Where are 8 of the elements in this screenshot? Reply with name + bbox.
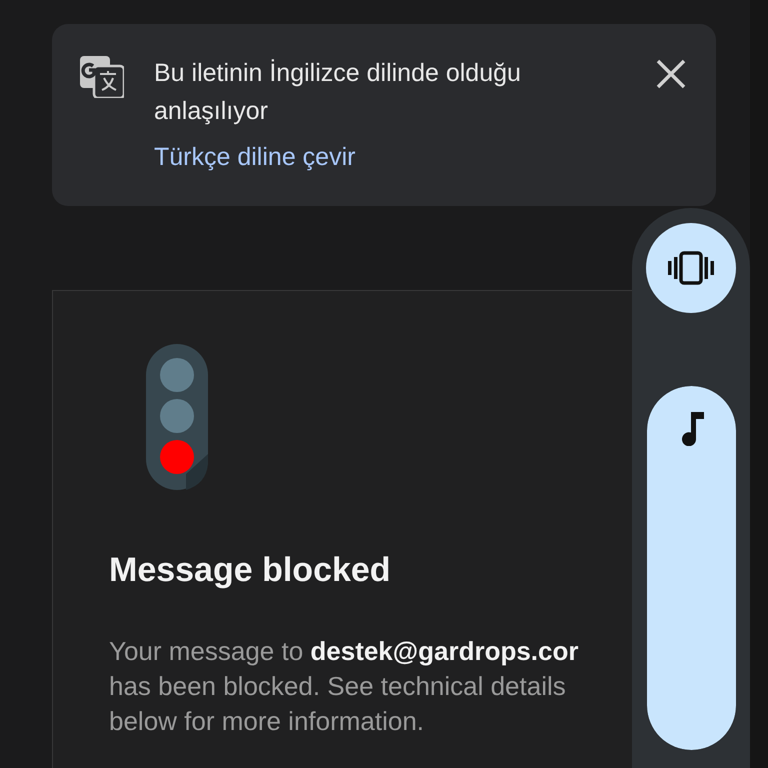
banner-message: Bu iletinin İngilizce dilinde olduğu anlaşılıyor xyxy=(154,58,522,127)
vibrate-icon xyxy=(668,251,714,285)
music-note-icon xyxy=(679,412,705,446)
translate-icon xyxy=(80,56,124,98)
close-icon[interactable] xyxy=(656,59,686,89)
message-body: Your message to destek@gardrops.cor has been blocked. See technical details below for more information. xyxy=(109,635,578,738)
translate-link[interactable]: Türkçe diline çevir xyxy=(154,138,356,176)
message-title: Message blocked xyxy=(109,550,391,590)
